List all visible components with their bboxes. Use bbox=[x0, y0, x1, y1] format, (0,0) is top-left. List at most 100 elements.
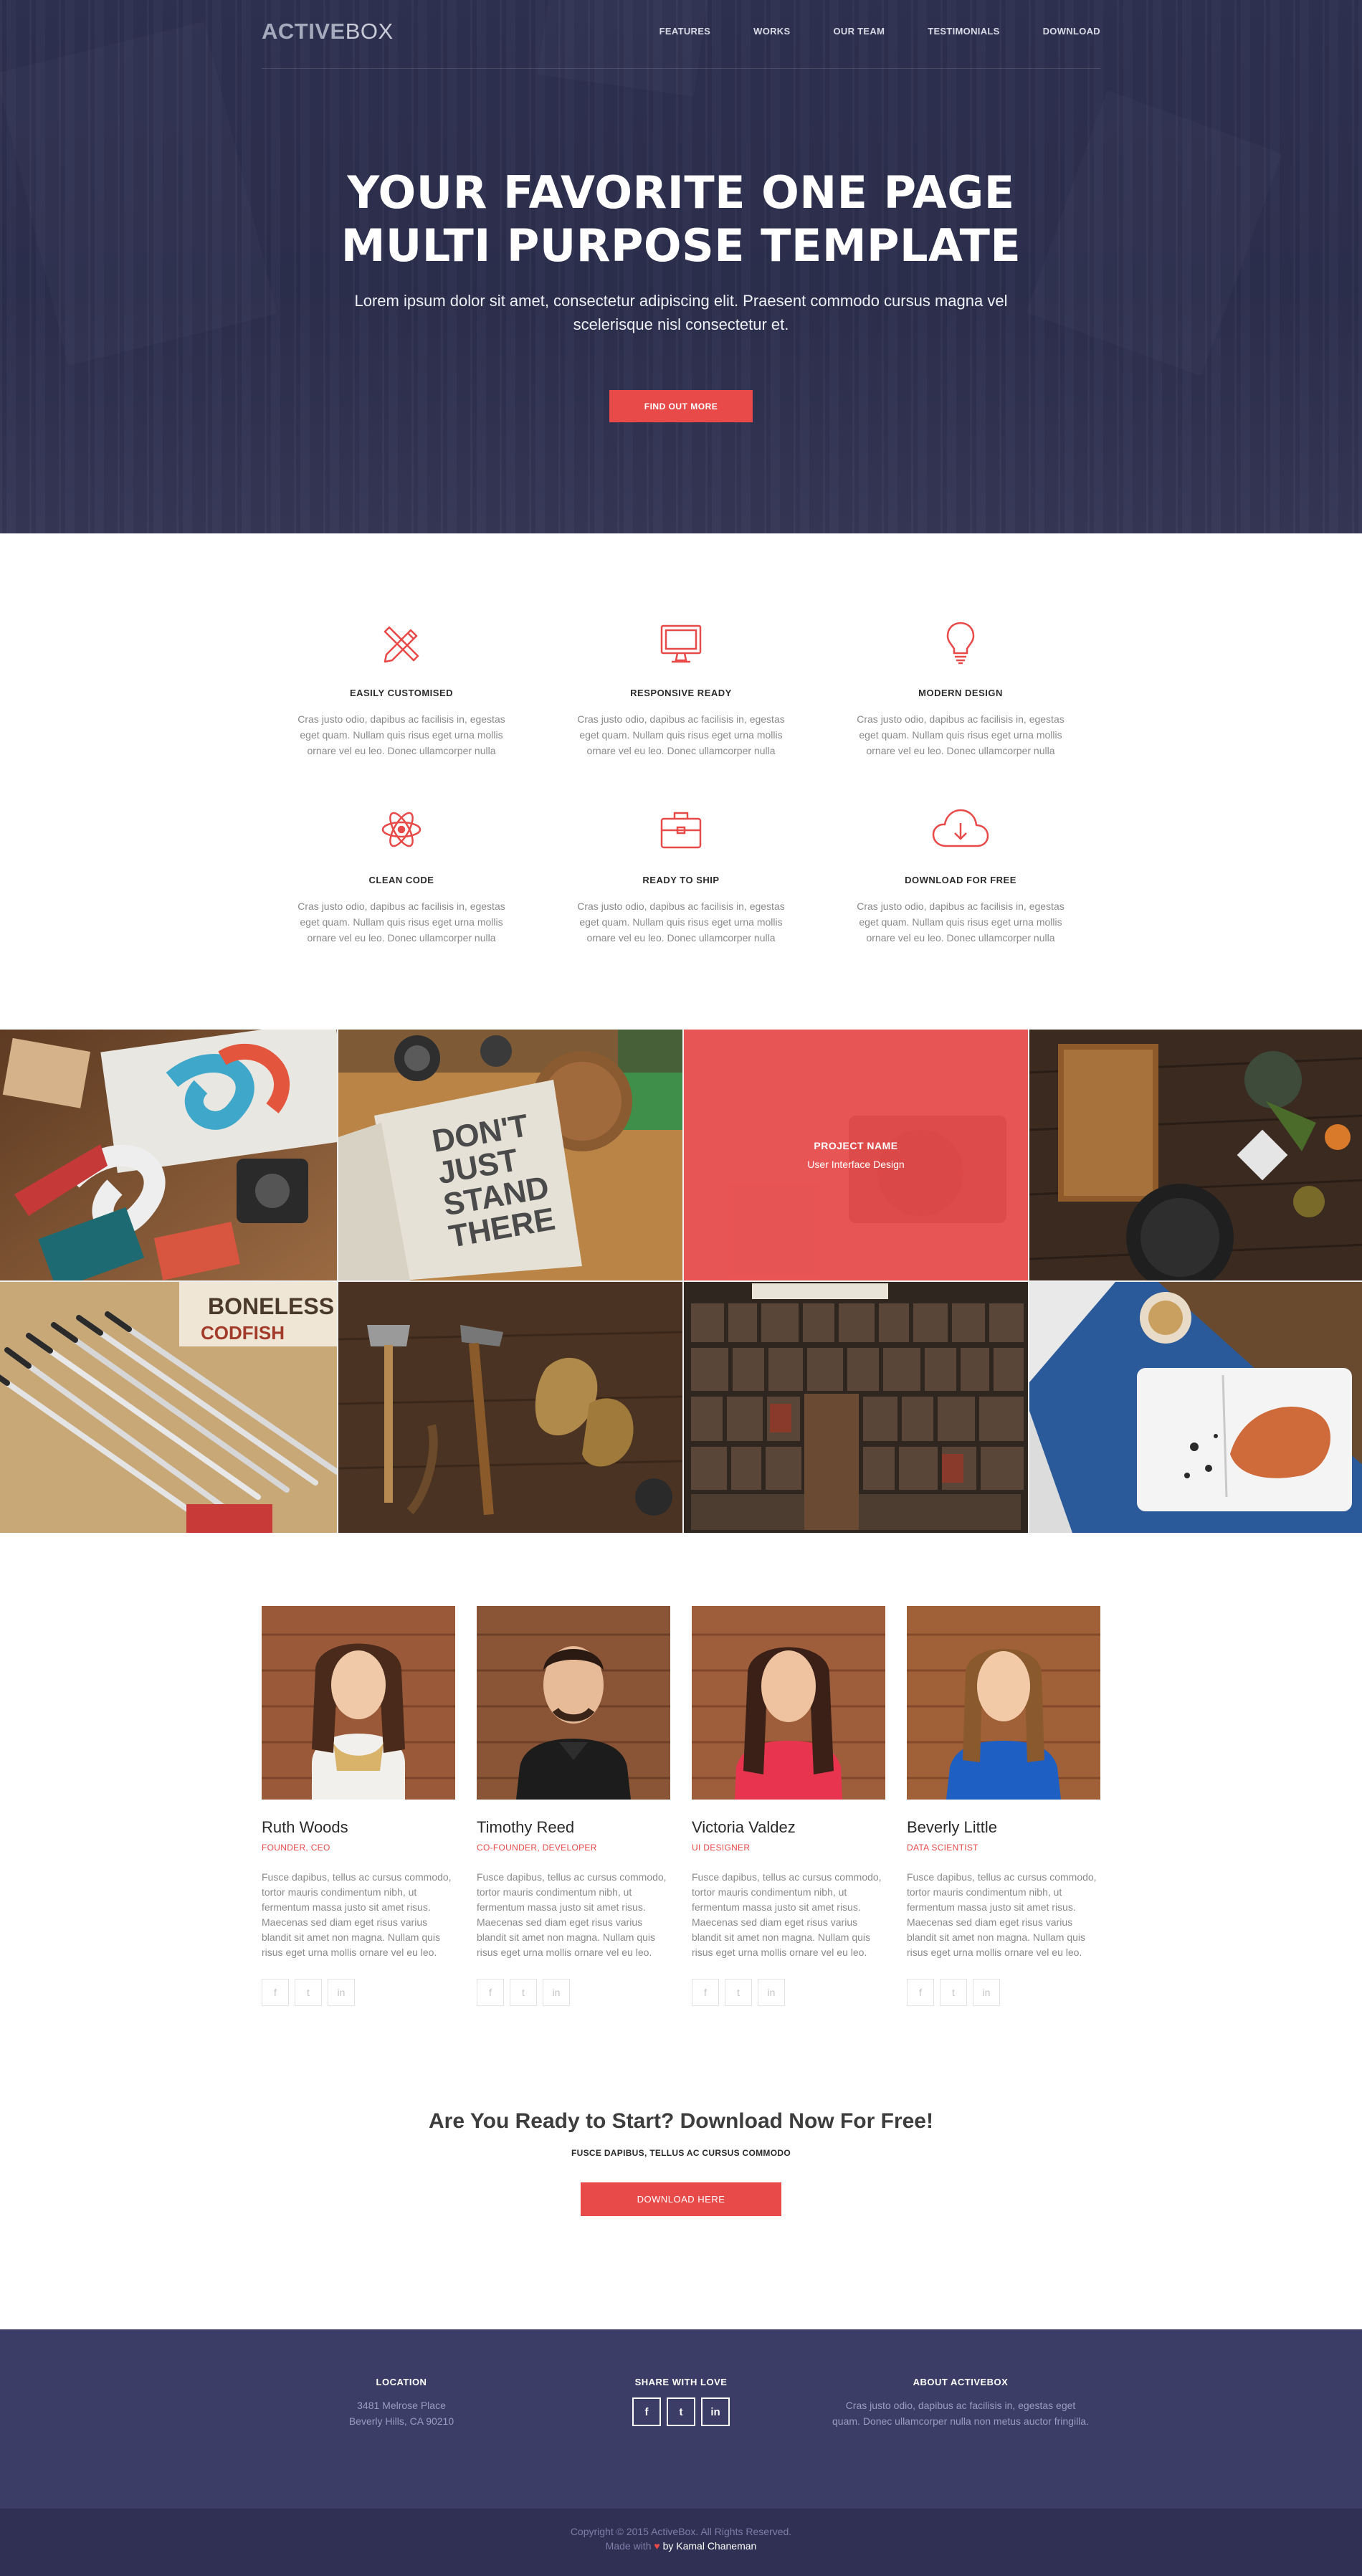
linkedin-icon[interactable]: in bbox=[758, 1979, 785, 2006]
feature-title: DOWNLOAD FOR FREE bbox=[905, 875, 1016, 885]
hand-tools-photo bbox=[338, 1282, 682, 1533]
portfolio-tile[interactable] bbox=[0, 1030, 337, 1280]
about-heading: ABOUT ACTIVEBOX bbox=[913, 2377, 1009, 2387]
letterpress-type-photo bbox=[684, 1282, 1028, 1533]
feature-text: Cras justo odio, dapibus ac facilisis in… bbox=[577, 900, 785, 944]
nav-item-our-team[interactable]: OUR TEAM bbox=[833, 26, 885, 37]
feature-text: Cras justo odio, dapibus ac facilisis in… bbox=[297, 713, 505, 756]
team-member: Victoria Valdez UI DESIGNER Fusce dapibu… bbox=[692, 1606, 885, 2006]
avatar bbox=[262, 1606, 455, 1800]
hero-title-line-2: MULTI PURPOSE TEMPLATE bbox=[340, 219, 1022, 272]
team-member: Ruth Woods FOUNDER, CEO Fusce dapibus, t… bbox=[262, 1606, 455, 2006]
linkedin-icon[interactable]: in bbox=[701, 2397, 730, 2426]
about-text: Cras justo odio, dapibus ac facilisis in… bbox=[832, 2400, 1089, 2427]
feature-title: CLEAN CODE bbox=[368, 875, 434, 885]
portfolio-tile[interactable] bbox=[338, 1282, 682, 1533]
pencils-and-sign-photo: BONELESS CODFISH bbox=[0, 1282, 337, 1533]
twitter-icon[interactable]: t bbox=[295, 1979, 322, 2006]
member-role: UI DESIGNER bbox=[692, 1843, 751, 1853]
member-socials: f t in bbox=[262, 1979, 455, 2006]
twitter-icon[interactable]: t bbox=[667, 2397, 695, 2426]
member-name: Victoria Valdez bbox=[692, 1818, 796, 1836]
member-name: Ruth Woods bbox=[262, 1818, 348, 1836]
portfolio-tile[interactable]: DON'T JUST STAND THERE bbox=[338, 1030, 682, 1280]
footer-about: ABOUT ACTIVEBOX Cras justo odio, dapibus… bbox=[832, 2377, 1090, 2429]
author-link[interactable]: by Kamal Chaneman bbox=[663, 2540, 757, 2552]
heart-icon: ♥ bbox=[654, 2540, 660, 2552]
nav-item-testimonials[interactable]: TESTIMONIALS bbox=[928, 26, 999, 37]
linkedin-icon[interactable]: in bbox=[543, 1979, 570, 2006]
svg-text:CODFISH: CODFISH bbox=[201, 1322, 285, 1344]
team-member: Beverly Little DATA SCIENTIST Fusce dapi… bbox=[907, 1606, 1100, 2006]
portfolio-tile-active[interactable]: PROJECT NAME User Interface Design bbox=[684, 1030, 1028, 1280]
member-socials: f t in bbox=[692, 1979, 885, 2006]
linkedin-icon[interactable]: in bbox=[328, 1979, 355, 2006]
project-name: PROJECT NAME bbox=[814, 1140, 898, 1151]
nav-menu: FEATURES WORKS OUR TEAM TESTIMONIALS DOW… bbox=[616, 26, 1100, 37]
pencil-ruler-icon bbox=[384, 626, 419, 663]
facebook-icon[interactable]: f bbox=[632, 2397, 661, 2426]
project-category: User Interface Design bbox=[807, 1159, 905, 1170]
nav-item-works[interactable]: WORKS bbox=[753, 26, 790, 37]
member-role: FOUNDER, CEO bbox=[262, 1843, 330, 1853]
member-socials: f t in bbox=[477, 1979, 670, 2006]
feature-responsive-ready: RESPONSIVE READY Cras justo odio, dapibu… bbox=[566, 617, 796, 759]
facebook-icon[interactable]: f bbox=[692, 1979, 719, 2006]
member-role: CO-FOUNDER, DEVELOPER bbox=[477, 1843, 597, 1853]
hero-title-line-1: YOUR FAVORITE ONE PAGE bbox=[347, 166, 1015, 219]
facebook-icon[interactable]: f bbox=[907, 1979, 934, 2006]
linkedin-icon[interactable]: in bbox=[973, 1979, 1000, 2006]
feature-text: Cras justo odio, dapibus ac facilisis in… bbox=[857, 900, 1065, 944]
made-with: Made with ♥ by Kamal Chaneman bbox=[0, 2540, 1362, 2552]
team-section: Ruth Woods FOUNDER, CEO Fusce dapibus, t… bbox=[0, 1533, 1362, 2078]
facebook-icon[interactable]: f bbox=[477, 1979, 504, 2006]
copyright: Copyright © 2015 ActiveBox. All Rights R… bbox=[570, 2526, 792, 2537]
project-overlay: PROJECT NAME User Interface Design bbox=[684, 1030, 1028, 1280]
cta-subtitle: FUSCE DAPIBUS, TELLUS AC CURSUS COMMODO bbox=[571, 2148, 791, 2158]
address-line: 3481 Melrose Place bbox=[357, 2400, 446, 2411]
member-name: Timothy Reed bbox=[477, 1818, 575, 1836]
features-section: EASILY CUSTOMISED Cras justo odio, dapib… bbox=[0, 533, 1362, 1030]
logo-light: BOX bbox=[345, 19, 394, 44]
made-with-label: Made with bbox=[605, 2540, 652, 2552]
hero-subtitle: Lorem ipsum dolor sit amet, consectetur … bbox=[354, 292, 1008, 333]
dont-just-stand-there-notebook-photo: DON'T JUST STAND THERE bbox=[338, 1030, 682, 1280]
footer-socials: f t in bbox=[552, 2397, 810, 2426]
atom-icon bbox=[381, 812, 422, 847]
portfolio-tile[interactable] bbox=[1029, 1282, 1362, 1533]
hero-section: ACTIVEBOX FEATURES WORKS OUR TEAM TESTIM… bbox=[0, 0, 1362, 533]
download-cta-section: Are You Ready to Start? Download Now For… bbox=[0, 2078, 1362, 2329]
kitchen-utensils-photo bbox=[1029, 1030, 1362, 1280]
member-bio: Fusce dapibus, tellus ac cursus commodo,… bbox=[477, 1871, 667, 1958]
portfolio-grid: DON'T JUST STAND THERE PROJECT NAME User… bbox=[0, 1030, 1362, 1533]
feature-title: READY TO SHIP bbox=[642, 875, 720, 885]
member-photo bbox=[477, 1606, 670, 1800]
download-here-button[interactable]: DOWNLOAD HERE bbox=[581, 2182, 781, 2216]
facebook-icon[interactable]: f bbox=[262, 1979, 289, 2006]
location-heading: LOCATION bbox=[376, 2377, 427, 2387]
hero-title: YOUR FAVORITE ONE PAGE MULTI PURPOSE TEM… bbox=[0, 166, 1362, 272]
portfolio-tile[interactable] bbox=[1029, 1030, 1362, 1280]
feature-title: MODERN DESIGN bbox=[918, 688, 1003, 698]
svg-text:BONELESS: BONELESS bbox=[208, 1293, 334, 1319]
footer: LOCATION 3481 Melrose Place Beverly Hill… bbox=[0, 2329, 1362, 2509]
address-line: Beverly Hills, CA 90210 bbox=[348, 2415, 454, 2427]
twitter-icon[interactable]: t bbox=[940, 1979, 967, 2006]
logo[interactable]: ACTIVEBOX bbox=[262, 19, 394, 44]
twitter-icon[interactable]: t bbox=[510, 1979, 537, 2006]
portfolio-tile[interactable] bbox=[684, 1282, 1028, 1533]
briefcase-icon bbox=[660, 812, 702, 849]
feature-easily-customised: EASILY CUSTOMISED Cras justo odio, dapib… bbox=[287, 617, 516, 759]
nav-item-download[interactable]: DOWNLOAD bbox=[1043, 26, 1100, 37]
nav-item-features[interactable]: FEATURES bbox=[659, 26, 711, 37]
footer-share: SHARE WITH LOVE f t in bbox=[552, 2377, 810, 2426]
twitter-icon[interactable]: t bbox=[725, 1979, 752, 2006]
member-bio: Fusce dapibus, tellus ac cursus commodo,… bbox=[692, 1871, 882, 1958]
portfolio-tile[interactable]: BONELESS CODFISH bbox=[0, 1282, 337, 1533]
feature-clean-code: CLEAN CODE Cras justo odio, dapibus ac f… bbox=[287, 804, 516, 946]
find-out-more-button[interactable]: FIND OUT MORE bbox=[609, 390, 753, 422]
footer-location: LOCATION 3481 Melrose Place Beverly Hill… bbox=[272, 2377, 530, 2429]
feature-download-for-free: DOWNLOAD FOR FREE Cras justo odio, dapib… bbox=[846, 804, 1075, 946]
cloud-download-icon bbox=[932, 809, 989, 847]
avatar bbox=[692, 1606, 885, 1800]
